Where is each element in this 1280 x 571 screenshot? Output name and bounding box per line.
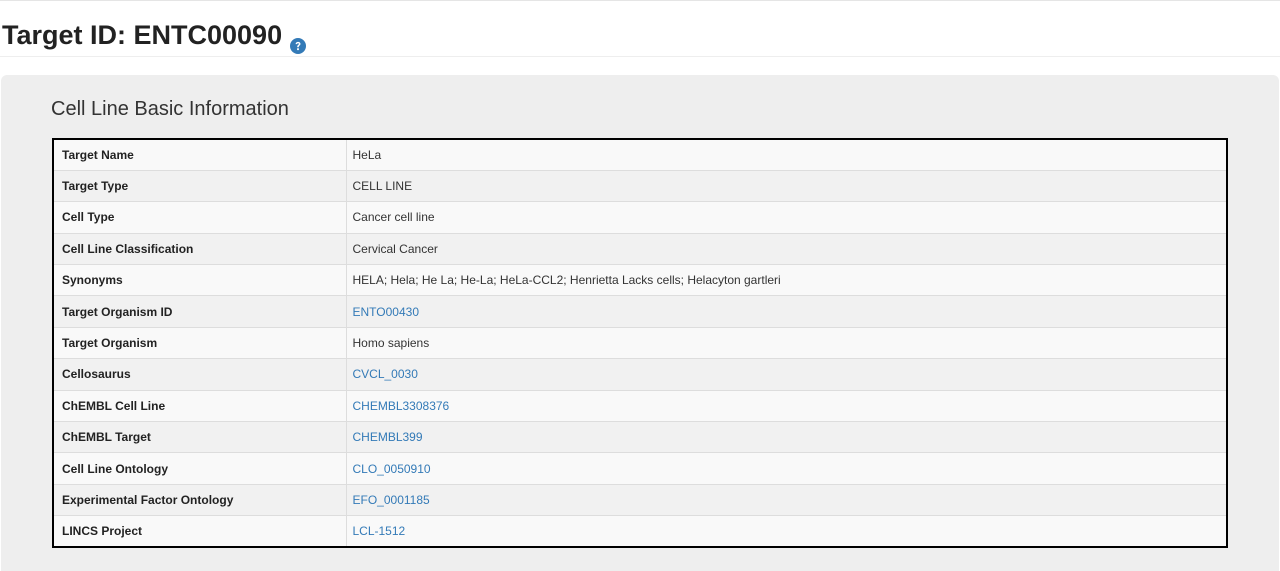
- row-value-cell: ENTO00430: [346, 295, 1227, 328]
- table-row: Target Type CELL LINE: [53, 170, 1227, 203]
- row-value-cell: LCL-1512: [346, 515, 1227, 548]
- row-label: Synonyms: [53, 264, 347, 297]
- row-value-cell: CHEMBL3308376: [346, 390, 1227, 423]
- table-row: ChEMBL Cell Line CHEMBL3308376: [53, 390, 1227, 423]
- table-row: Cell Type Cancer cell line: [53, 201, 1227, 234]
- table-row: Cell Line Classification Cervical Cancer: [53, 233, 1227, 266]
- row-value: Homo sapiens: [346, 327, 1227, 360]
- row-value: HELA; Hela; He La; He-La; HeLa-CCL2; Hen…: [346, 264, 1227, 297]
- row-label: Cell Type: [53, 201, 347, 234]
- row-value: Cancer cell line: [346, 201, 1227, 234]
- row-value: CELL LINE: [346, 170, 1227, 203]
- question-circle-icon[interactable]: [290, 28, 307, 54]
- row-label: ChEMBL Target: [53, 421, 347, 454]
- row-value-link[interactable]: CVCL_0030: [353, 367, 418, 381]
- table-row: Experimental Factor Ontology EFO_0001185: [53, 484, 1227, 517]
- basic-info-table-body: Target Name HeLa Target Type CELL LINE Cell …: [53, 139, 1227, 548]
- table-row: Synonyms HELA; Hela; He La; He-La; HeLa-C…: [53, 264, 1227, 297]
- table-row: Cellosaurus CVCL_0030: [53, 358, 1227, 391]
- row-label: Target Type: [53, 170, 347, 203]
- page-title: Target ID: ENTC00090: [2, 18, 307, 54]
- page-title-text: Target ID: ENTC00090: [2, 20, 283, 50]
- row-value: Cervical Cancer: [346, 233, 1227, 266]
- row-value-link[interactable]: CHEMBL3308376: [353, 399, 450, 413]
- table-row: LINCS Project LCL-1512: [53, 515, 1227, 548]
- table-row: Cell Line Ontology CLO_0050910: [53, 452, 1227, 485]
- row-value-link[interactable]: ENTO00430: [353, 305, 420, 319]
- row-value-link[interactable]: CHEMBL399: [353, 430, 423, 444]
- row-value-cell: CHEMBL399: [346, 421, 1227, 454]
- row-label: Cellosaurus: [53, 358, 347, 391]
- section-title: Cell Line Basic Information: [51, 98, 289, 120]
- row-value-cell: EFO_0001185: [346, 484, 1227, 517]
- row-value-link[interactable]: CLO_0050910: [353, 462, 431, 476]
- row-label: ChEMBL Cell Line: [53, 390, 347, 423]
- row-label: Target Organism ID: [53, 295, 347, 328]
- row-label: Cell Line Classification: [53, 233, 347, 266]
- page-header: Target ID: ENTC00090: [0, 0, 1280, 57]
- row-label: Cell Line Ontology: [53, 452, 347, 485]
- row-label: Target Organism: [53, 327, 347, 360]
- table-row: Target Organism ID ENTO00430: [53, 295, 1227, 328]
- basic-info-table: Target Name HeLa Target Type CELL LINE Cell …: [52, 138, 1228, 549]
- table-row: Target Organism Homo sapiens: [53, 327, 1227, 360]
- table-row: ChEMBL Target CHEMBL399: [53, 421, 1227, 454]
- row-label: Experimental Factor Ontology: [53, 484, 347, 517]
- row-value: HeLa: [346, 139, 1227, 171]
- row-value-cell: CVCL_0030: [346, 358, 1227, 391]
- row-label: Target Name: [53, 139, 347, 171]
- row-value-link[interactable]: LCL-1512: [353, 524, 406, 538]
- row-value-cell: CLO_0050910: [346, 452, 1227, 485]
- row-label: LINCS Project: [53, 515, 347, 548]
- row-value-link[interactable]: EFO_0001185: [353, 493, 430, 507]
- table-row: Target Name HeLa: [53, 139, 1227, 171]
